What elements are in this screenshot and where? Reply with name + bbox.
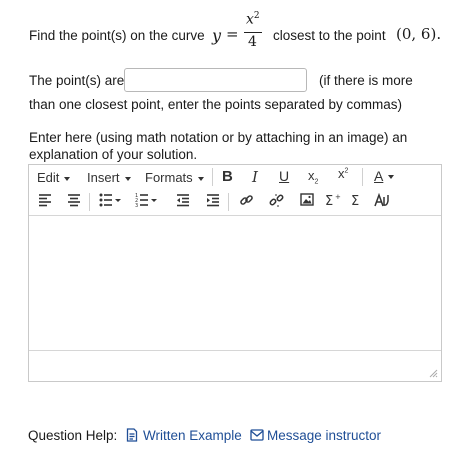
bold-button[interactable]: B bbox=[222, 168, 233, 185]
bullet-list-icon[interactable] bbox=[99, 193, 121, 207]
mail-icon bbox=[250, 429, 264, 441]
svg-text:+: + bbox=[335, 193, 341, 201]
editor-toolbar: 123 Σ + Σ bbox=[29, 189, 441, 216]
superscript-button[interactable]: x2 bbox=[338, 166, 348, 181]
text-color-button[interactable]: A bbox=[374, 168, 395, 184]
toolbar-separator bbox=[362, 168, 363, 186]
explanation-prompt-2: explanation of your solution. bbox=[29, 147, 198, 162]
sigma-icon[interactable]: Σ bbox=[350, 193, 364, 207]
editor-statusbar bbox=[29, 350, 441, 381]
toolbar-separator bbox=[89, 193, 90, 211]
resize-handle-icon[interactable] bbox=[429, 369, 438, 378]
svg-text:Σ: Σ bbox=[351, 194, 359, 207]
message-instructor-link[interactable]: Message instructor bbox=[267, 428, 381, 443]
numbered-list-icon[interactable]: 123 bbox=[135, 193, 157, 207]
rich-text-editor: Edit Insert Formats B I U x2 x2 A 123 Σ + bbox=[28, 164, 442, 382]
align-left-icon[interactable] bbox=[38, 193, 52, 207]
question-middle: closest to the point bbox=[273, 28, 386, 43]
document-icon bbox=[126, 428, 138, 442]
indent-icon[interactable] bbox=[206, 193, 220, 207]
subscript-button[interactable]: x2 bbox=[308, 168, 318, 186]
question-help-label: Question Help: bbox=[28, 428, 118, 443]
answer-label: The point(s) are bbox=[29, 73, 125, 88]
align-center-icon[interactable] bbox=[67, 193, 81, 207]
svg-text:3: 3 bbox=[135, 203, 138, 207]
toolbar-separator bbox=[228, 193, 229, 211]
explanation-prompt-1: Enter here (using math notation or by at… bbox=[29, 130, 408, 145]
fraction-denominator: 4 bbox=[248, 34, 257, 50]
answer-hint-2: than one closest point, enter the points… bbox=[29, 97, 402, 112]
written-example-link[interactable]: Written Example bbox=[143, 428, 242, 443]
equation-insert-icon[interactable]: Σ + bbox=[325, 193, 341, 207]
answer-input[interactable] bbox=[124, 68, 307, 92]
menu-insert[interactable]: Insert bbox=[87, 170, 131, 185]
toolbar-separator bbox=[212, 168, 213, 186]
italic-button[interactable]: I bbox=[252, 168, 258, 186]
handwriting-icon[interactable] bbox=[374, 193, 392, 208]
svg-text:Σ: Σ bbox=[325, 194, 333, 207]
editor-menubar: Edit Insert Formats B I U x2 x2 A bbox=[29, 165, 441, 189]
underline-button[interactable]: U bbox=[279, 168, 289, 184]
equation-lhs: y bbox=[212, 26, 222, 45]
menu-edit[interactable]: Edit bbox=[37, 170, 71, 185]
fraction: x2 4 bbox=[243, 11, 263, 51]
editor-content-area[interactable] bbox=[29, 216, 441, 351]
question-prefix: Find the point(s) on the curve bbox=[29, 28, 205, 43]
image-icon[interactable] bbox=[300, 193, 314, 206]
fraction-bar bbox=[244, 32, 262, 33]
menu-formats[interactable]: Formats bbox=[145, 170, 204, 185]
outdent-icon[interactable] bbox=[176, 193, 190, 207]
equation-equals: = bbox=[226, 25, 239, 43]
answer-hint-1: (if there is more bbox=[319, 73, 413, 88]
target-point: (0, 6). bbox=[396, 25, 442, 43]
unlink-icon[interactable] bbox=[269, 193, 284, 208]
link-icon[interactable] bbox=[239, 193, 254, 208]
fraction-numerator: x2 bbox=[246, 11, 260, 28]
